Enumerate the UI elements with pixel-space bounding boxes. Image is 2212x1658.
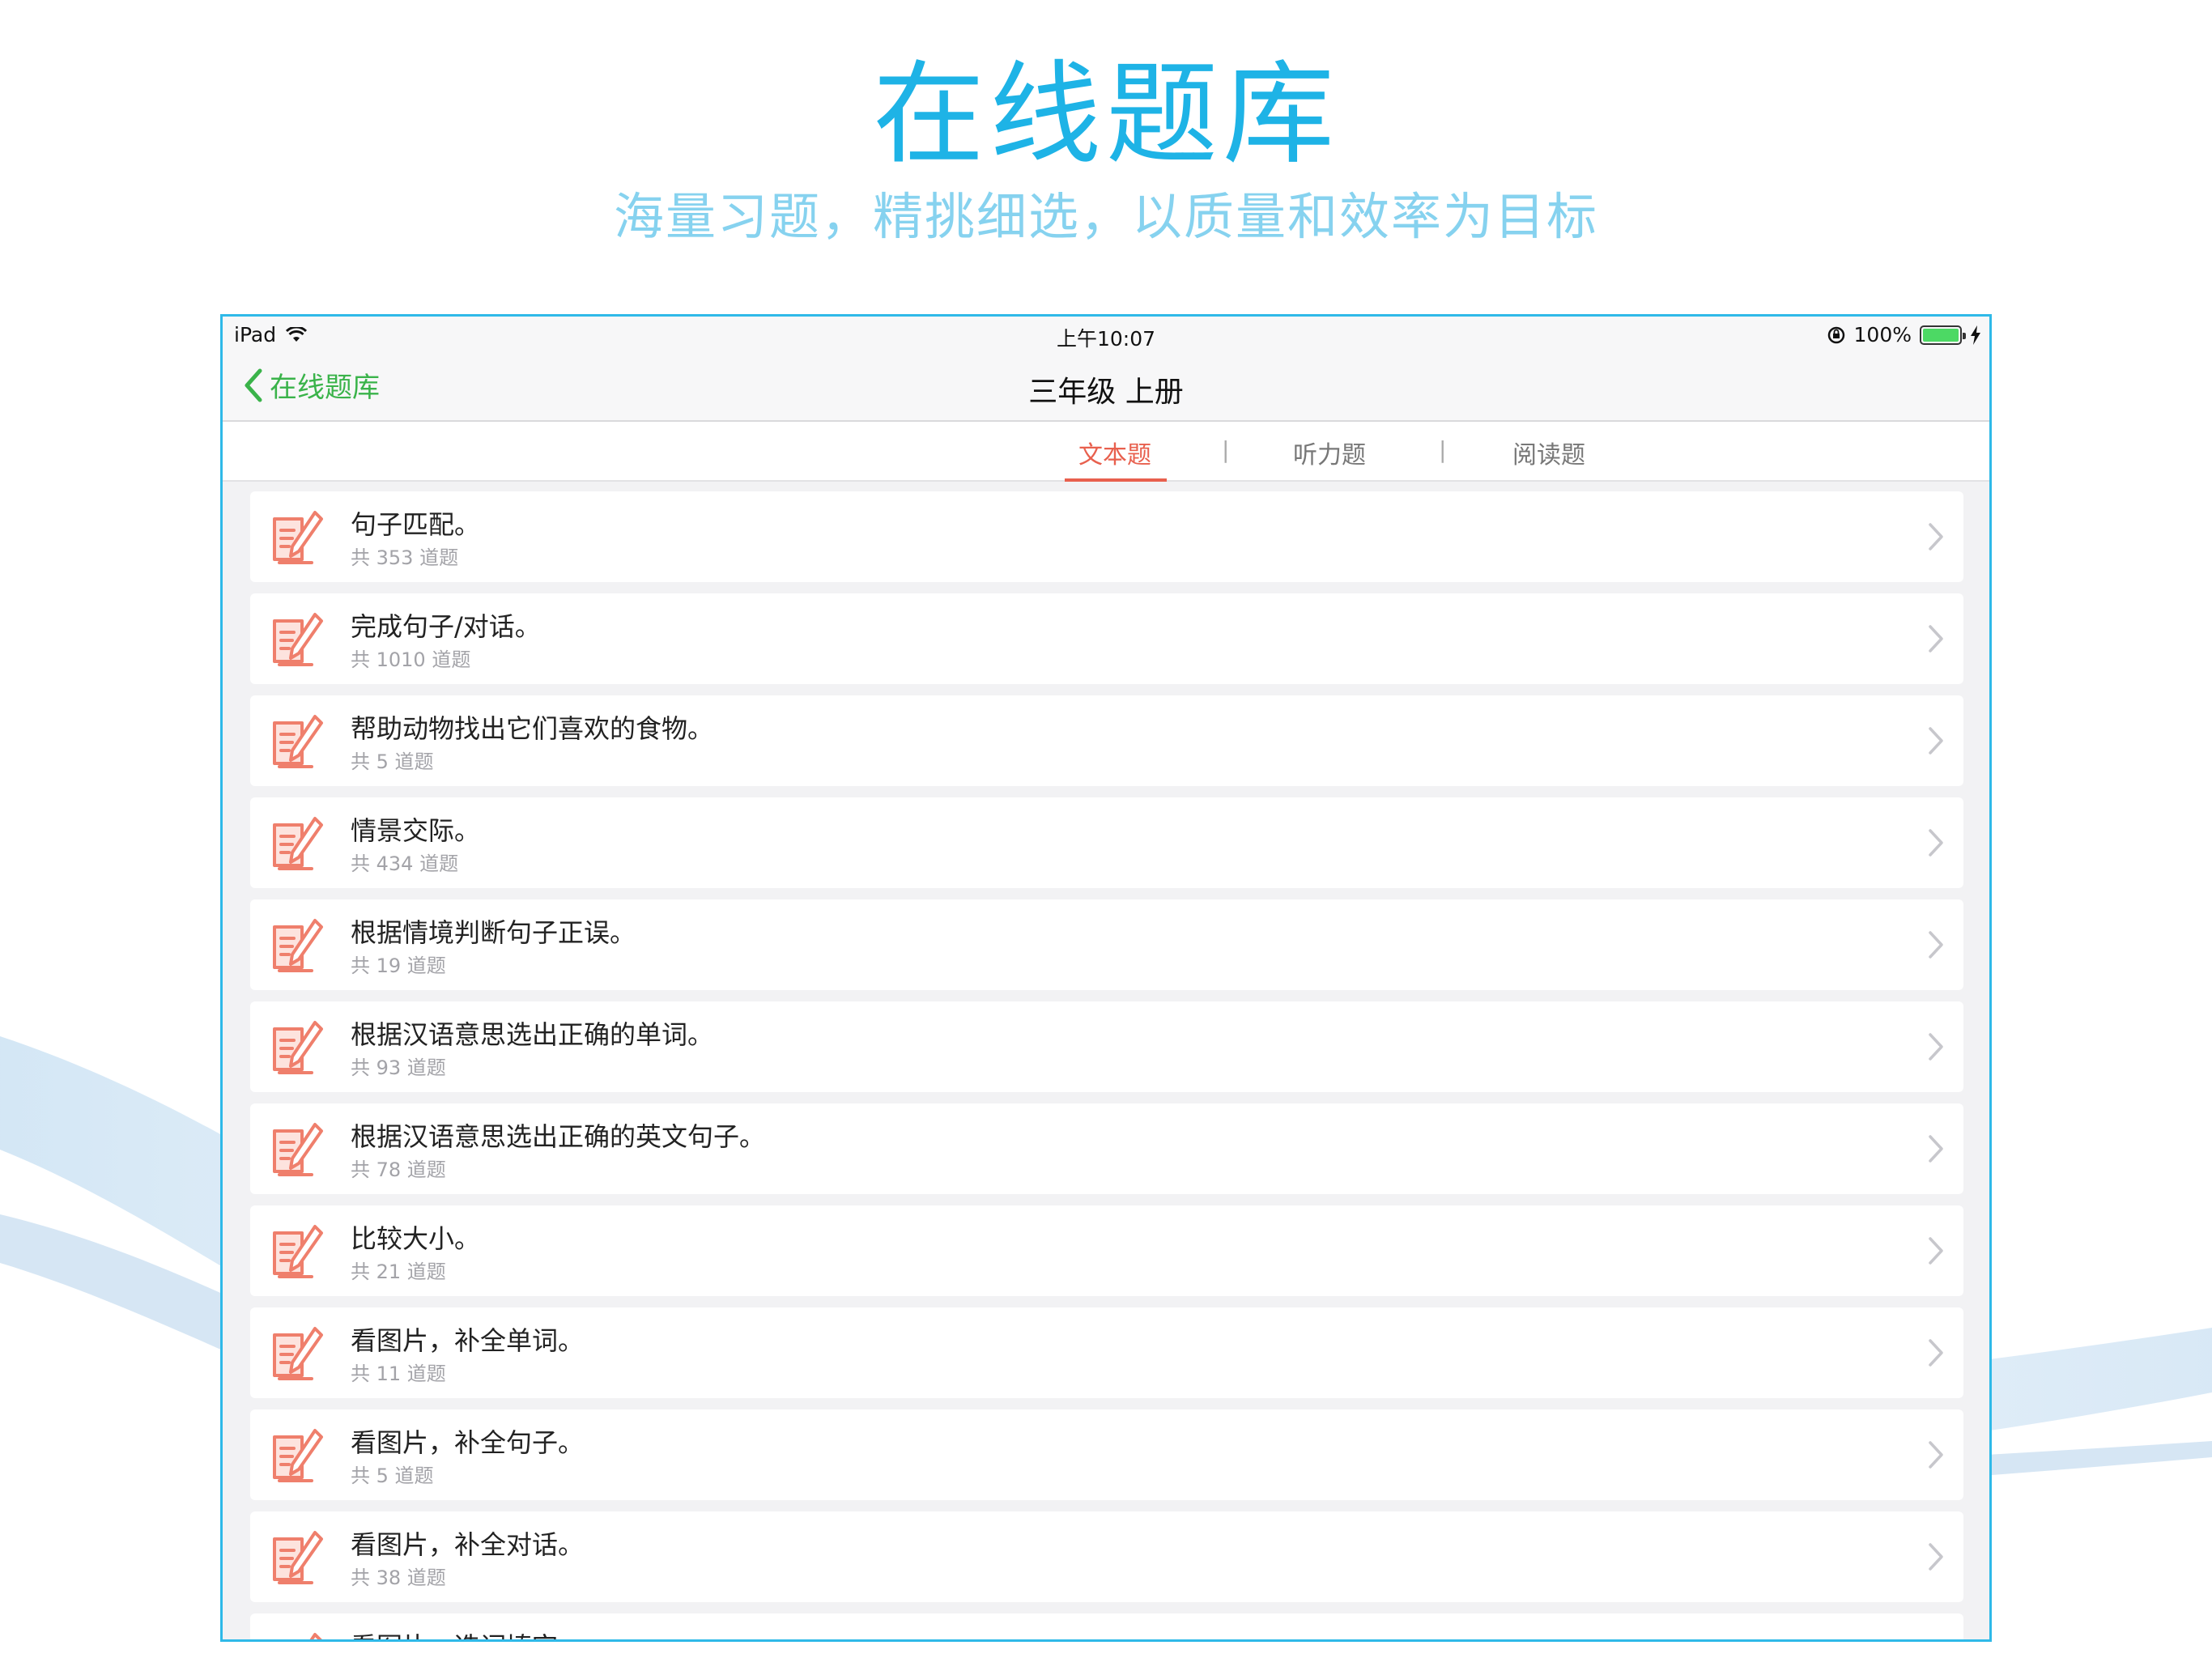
- status-bar: iPad 上午10:07 100%: [223, 317, 1989, 351]
- chevron-right-icon: [1929, 1237, 1943, 1265]
- battery-percent: 100%: [1853, 323, 1912, 346]
- list-item-count: 共 19 道题: [351, 954, 446, 977]
- hero-subtitle: 海量习题，精挑细选，以质量和效率为目标: [613, 187, 1598, 246]
- tab-reading-questions[interactable]: 阅读题: [1496, 435, 1602, 470]
- chevron-right-icon: [1929, 523, 1943, 551]
- chevron-right-icon: [1929, 1441, 1943, 1469]
- chevron-right-icon: [1929, 1033, 1943, 1061]
- list-item-title: 完成句子/对话。: [351, 611, 541, 642]
- list-item[interactable]: 看图片，补全对话。 共 38 道题: [250, 1511, 1963, 1602]
- list-item-title: 看图片，选词填空: [351, 1626, 558, 1639]
- exercise-pencil-icon: [273, 1429, 323, 1482]
- list-item-title: 根据汉语意思选出正确的单词。: [351, 1019, 714, 1050]
- list-item[interactable]: 看图片，选词填空: [250, 1613, 1963, 1639]
- list-item-title: 比较大小。: [351, 1223, 481, 1254]
- exercise-pencil-icon: [273, 1021, 323, 1074]
- list-item-count: 共 21 道题: [351, 1261, 446, 1283]
- list-item-title: 看图片，补全对话。: [351, 1529, 585, 1560]
- list-item[interactable]: 情景交际。 共 434 道题: [250, 797, 1963, 888]
- list-item[interactable]: 看图片，补全句子。 共 5 道题: [250, 1409, 1963, 1500]
- page-title: 三年级 上册: [1028, 376, 1184, 409]
- active-tab-indicator: [1065, 478, 1167, 482]
- list-item-count: 共 353 道题: [351, 546, 459, 569]
- list-item-title: 句子匹配。: [351, 509, 481, 540]
- list-item-title: 情景交际。: [351, 815, 481, 846]
- tab-text-questions[interactable]: 文本题: [1062, 435, 1168, 470]
- exercise-pencil-icon: [273, 1225, 323, 1278]
- chevron-right-icon: [1929, 1543, 1943, 1571]
- navigation-bar: 在线题库 三年级 上册: [223, 351, 1989, 422]
- exercise-pencil-icon: [273, 1327, 323, 1380]
- list-item-count: 共 5 道题: [351, 750, 434, 773]
- list-item-title: 根据汉语意思选出正确的英文句子。: [351, 1121, 766, 1152]
- list-item-count: 共 78 道题: [351, 1158, 446, 1181]
- status-right: 100%: [1827, 323, 1981, 346]
- battery-icon: [1920, 325, 1966, 345]
- list-item[interactable]: 根据汉语意思选出正确的英文句子。 共 78 道题: [250, 1103, 1963, 1194]
- exercise-pencil-icon: [273, 1123, 323, 1176]
- tab-bar: 文本题 | 听力题 | 阅读题: [223, 422, 1989, 482]
- exercise-pencil-icon: [273, 511, 323, 564]
- list-item[interactable]: 完成句子/对话。 共 1010 道题: [250, 593, 1963, 684]
- hero-title: 在线题库: [872, 49, 1339, 180]
- list-item-count: 共 434 道题: [351, 852, 459, 875]
- exercise-pencil-icon: [273, 715, 323, 768]
- list-item-count: 共 1010 道题: [351, 648, 471, 671]
- tab-separator: |: [1222, 436, 1230, 463]
- list-item-count: 共 5 道题: [351, 1465, 434, 1487]
- battery-level-fill: [1923, 328, 1959, 342]
- exercise-pencil-icon: [273, 919, 323, 972]
- list-item[interactable]: 根据汉语意思选出正确的单词。 共 93 道题: [250, 1001, 1963, 1092]
- chevron-right-icon: [1929, 727, 1943, 755]
- list-item-title: 看图片，补全单词。: [351, 1325, 585, 1356]
- tab-listening-questions[interactable]: 听力题: [1277, 435, 1382, 470]
- list-item-count: 共 93 道题: [351, 1056, 446, 1079]
- chevron-right-icon: [1929, 1135, 1943, 1163]
- orientation-lock-icon: [1827, 326, 1844, 343]
- chevron-right-icon: [1929, 931, 1943, 959]
- list-item-title: 看图片，补全句子。: [351, 1427, 585, 1458]
- chevron-right-icon: [1929, 1339, 1943, 1367]
- exercise-pencil-icon: [309, 1633, 322, 1639]
- list-item-title: 帮助动物找出它们喜欢的食物。: [351, 713, 714, 744]
- exercise-pencil-icon: [273, 817, 323, 870]
- list-item[interactable]: 句子匹配。 共 353 道题: [250, 491, 1963, 582]
- status-time: 上午10:07: [1056, 327, 1156, 351]
- exercise-pencil-icon: [273, 613, 323, 666]
- list-item[interactable]: 比较大小。 共 21 道题: [250, 1205, 1963, 1296]
- charging-bolt-icon: [1971, 325, 1980, 345]
- list-item-count: 共 11 道题: [351, 1363, 446, 1385]
- list-item[interactable]: 根据情境判断句子正误。 共 19 道题: [250, 899, 1963, 990]
- list-item-count: 共 38 道题: [351, 1567, 446, 1589]
- tab-separator: |: [1439, 436, 1447, 463]
- list-item[interactable]: 看图片，补全单词。 共 11 道题: [250, 1307, 1963, 1398]
- chevron-right-icon: [1929, 829, 1943, 857]
- chevron-right-icon: [1929, 625, 1943, 653]
- ipad-screen-frame: iPad 上午10:07 100% 在线题库 三年级 上册 文本题 | 听力题 …: [220, 314, 1992, 1642]
- battery-cap: [1963, 332, 1966, 339]
- list-item[interactable]: 帮助动物找出它们喜欢的食物。 共 5 道题: [250, 695, 1963, 786]
- list-item-title: 根据情境判断句子正误。: [351, 917, 636, 948]
- exercise-pencil-icon: [273, 1531, 323, 1584]
